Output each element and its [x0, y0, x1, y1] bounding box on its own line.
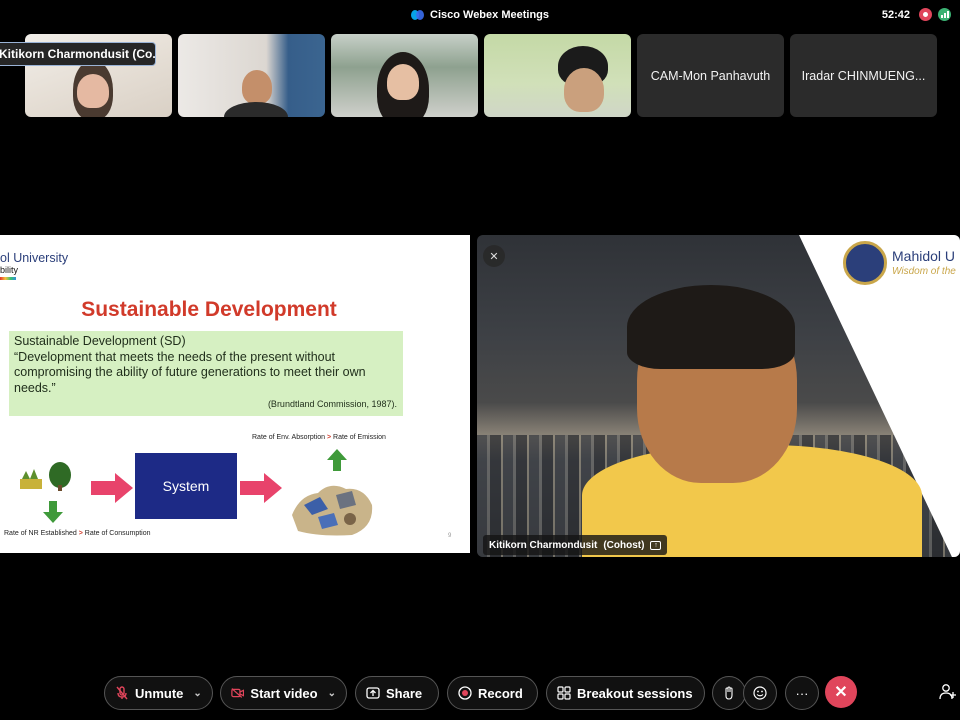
- more-options-icon: ···: [795, 685, 809, 701]
- slide-title: Sustainable Development: [81, 298, 337, 321]
- arrow-up-icon: [327, 449, 347, 471]
- chevron-down-icon[interactable]: ⌄: [328, 688, 336, 699]
- end-call-icon: ✕: [834, 684, 848, 701]
- breakout-sessions-button[interactable]: Breakout sessions: [546, 676, 705, 710]
- rate-consumption-label: Rate of NR Established > Rate of Consump…: [4, 530, 151, 537]
- webex-logo-icon: [411, 10, 424, 20]
- rate-bottom-gt: >: [78, 530, 83, 537]
- video-off-icon: [231, 688, 245, 698]
- reactions-button[interactable]: [743, 676, 777, 710]
- meeting-window: Cisco Webex Meetings 52:42 CAM-Mon Panha…: [0, 0, 960, 720]
- rate-absorption-text: Rate of Env. Absorption: [252, 434, 326, 441]
- definition-box: Sustainable Development (SD) “Developmen…: [9, 331, 403, 416]
- participant-2-face: [242, 70, 272, 104]
- active-speaker-name-tag: Kitikorn Charmondusit (Co...: [0, 42, 156, 66]
- breakout-label: Breakout sessions: [577, 685, 693, 701]
- arrow-down-icon: [43, 501, 63, 523]
- record-icon: [458, 686, 472, 700]
- background-logo-text: Mahidol U: [892, 248, 956, 264]
- waste-pile-icon: [292, 485, 373, 536]
- system-label: System: [162, 478, 210, 494]
- participants-icon[interactable]: [938, 682, 958, 702]
- participant-1-name: Kitikorn Charmondusit (Co...: [0, 47, 156, 61]
- participant-6-name: Iradar CHINMUENG...: [801, 68, 926, 83]
- shared-slide: ol University bility Sustainable Develop…: [0, 235, 470, 553]
- meeting-timer: 52:42: [881, 9, 910, 21]
- mic-muted-icon: [116, 686, 128, 700]
- participant-thumbnail-2[interactable]: [178, 34, 325, 117]
- start-video-label: Start video: [250, 685, 318, 701]
- rate-consumption-text: Rate of Consumption: [84, 530, 151, 537]
- system-box: System: [135, 453, 237, 519]
- rate-emission-text: Rate of Emission: [333, 434, 386, 441]
- share-button[interactable]: Share: [355, 676, 439, 710]
- university-logo-icon: [843, 241, 887, 285]
- participant-4-face: [564, 68, 604, 112]
- slide-brand-color-bar: [0, 277, 16, 280]
- raise-hand-button[interactable]: [712, 676, 746, 710]
- slide-brand-sub: bility: [0, 265, 19, 275]
- rate-established-text: Rate of NR Established: [4, 530, 77, 537]
- definition-heading: Sustainable Development (SD): [14, 334, 186, 348]
- speaker-name-tag: Kitikorn Charmondusit (Cohost) ↑: [483, 535, 668, 555]
- slide-page-number: 9: [448, 533, 452, 539]
- participant-5-name: CAM-Mon Panhavuth: [650, 68, 771, 83]
- participant-1-face: [77, 74, 109, 108]
- more-options-button[interactable]: ···: [785, 676, 819, 710]
- participant-2-body: [224, 102, 288, 117]
- record-label: Record: [478, 685, 523, 701]
- unmute-label: Unmute: [135, 685, 184, 701]
- record-button[interactable]: Record: [447, 676, 538, 710]
- unmute-button[interactable]: Unmute ⌄: [104, 676, 213, 710]
- arrow-right-icon-2: [240, 473, 282, 503]
- cohost-icon: ↑: [650, 540, 662, 550]
- definition-quote: “Development that meets the needs of the…: [14, 349, 366, 395]
- arrow-right-icon: [91, 473, 133, 503]
- breakout-icon: [557, 686, 571, 700]
- rate-emission-label: Rate of Env. Absorption > Rate of Emissi…: [252, 434, 386, 441]
- definition-citation: (Brundtland Commission, 1987).: [267, 398, 397, 409]
- share-icon: [366, 687, 380, 699]
- title-bar: Cisco Webex Meetings 52:42: [0, 0, 960, 30]
- connection-status-icon[interactable]: [938, 8, 951, 21]
- reactions-icon: [753, 686, 767, 700]
- app-title-text: Cisco Webex Meetings: [430, 9, 549, 21]
- slide-brand: ol University bility: [0, 252, 68, 280]
- meeting-controls: Unmute ⌄ Start video ⌄ Share Record Brea…: [0, 676, 960, 710]
- chevron-down-icon[interactable]: ⌄: [193, 688, 201, 699]
- participant-thumbnail-5[interactable]: CAM-Mon Panhavuth: [637, 34, 784, 117]
- share-label: Share: [386, 685, 423, 701]
- recording-indicator-icon[interactable]: [919, 8, 932, 21]
- slide-brand-name: ol University: [0, 251, 69, 265]
- participant-thumbnail-3[interactable]: [331, 34, 478, 117]
- speaker-hair: [627, 285, 795, 369]
- active-speaker-video[interactable]: Mahidol U Wisdom of the ✕ Kitikorn Charm…: [477, 235, 960, 557]
- unpin-icon[interactable]: ✕: [483, 245, 505, 267]
- start-video-button[interactable]: Start video ⌄: [220, 676, 347, 710]
- app-title: Cisco Webex Meetings: [411, 9, 549, 21]
- rate-top-gt: >: [326, 434, 332, 441]
- participant-thumbnail-4[interactable]: [484, 34, 631, 117]
- speaker-role: (Cohost): [603, 539, 645, 551]
- background-logo-subtext: Wisdom of the: [892, 266, 956, 277]
- participant-thumbnail-6[interactable]: Iradar CHINMUENG...: [790, 34, 937, 117]
- speaker-name: Kitikorn Charmondusit: [489, 539, 598, 551]
- trees-icon: [20, 462, 71, 491]
- participant-3-face: [387, 64, 419, 100]
- raise-hand-icon: [725, 686, 733, 700]
- end-call-button[interactable]: ✕: [825, 676, 857, 708]
